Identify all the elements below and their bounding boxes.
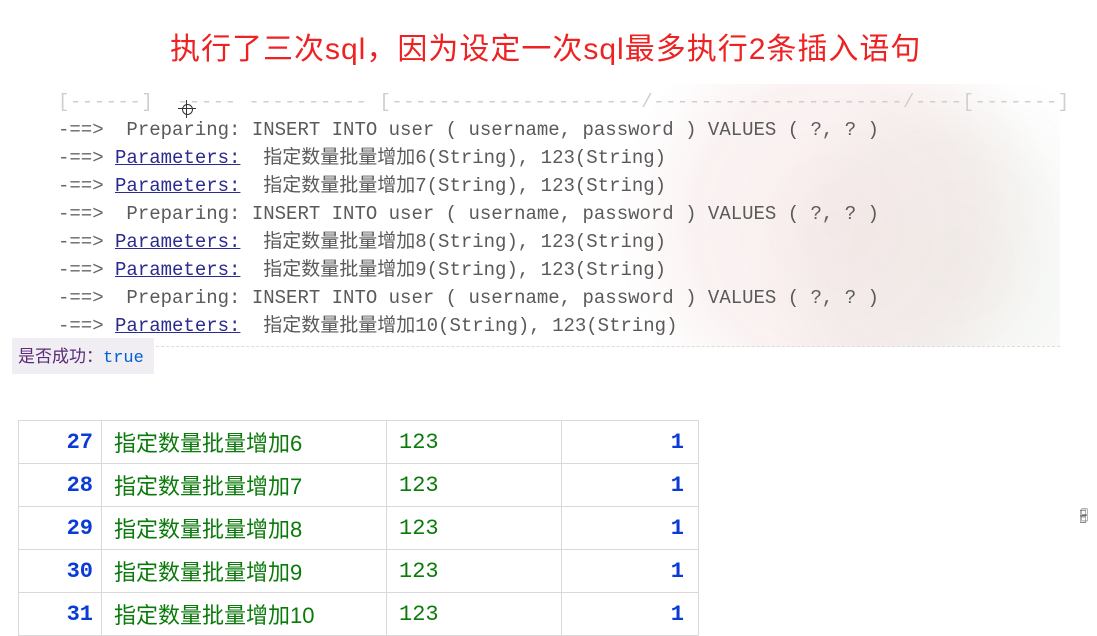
cell-username: 指定数量批量增加8 [102,507,387,550]
log-line-parameters: -==> Parameters: 指定数量批量增加7(String), 123(… [58,172,1058,200]
cell-flag: 1 [562,464,699,507]
cell-id: 29 [19,507,102,550]
cell-password: 123 [387,550,562,593]
side-marker-icon: ⧉⧉ [1077,508,1091,521]
parameters-link[interactable]: Parameters: [115,175,240,197]
table-row: 30指定数量批量增加91231 [19,550,699,593]
cell-flag: 1 [562,593,699,636]
log-preparing-text: Preparing: INSERT INTO user ( username, … [115,203,879,225]
log-parameters-text: 指定数量批量增加7(String), 123(String) [240,175,666,197]
result-table: 27指定数量批量增加6123128指定数量批量增加7123129指定数量批量增加… [18,420,699,636]
cell-username: 指定数量批量增加6 [102,421,387,464]
log-parameters-text: 指定数量批量增加9(String), 123(String) [240,259,666,281]
log-arrow-icon: -==> [58,119,115,141]
log-preparing-text: Preparing: INSERT INTO user ( username, … [115,119,879,141]
cell-password: 123 [387,507,562,550]
annotation-title: 执行了三次sql，因为设定一次sql最多执行2条插入语句 [170,24,921,68]
cell-flag: 1 [562,421,699,464]
log-arrow-icon: -==> [58,315,115,337]
sql-log-block: [------] ----- ---------- [-------------… [56,84,1060,347]
log-preparing-text: Preparing: INSERT INTO user ( username, … [115,287,879,309]
log-line-parameters: -==> Parameters: 指定数量批量增加8(String), 123(… [58,228,1058,256]
log-arrow-icon: -==> [58,231,115,253]
success-label: 是否成功： [18,349,103,368]
parameters-link[interactable]: Parameters: [115,259,240,281]
cell-flag: 1 [562,507,699,550]
cell-username: 指定数量批量增加10 [102,593,387,636]
success-value: true [103,349,144,368]
cell-id: 28 [19,464,102,507]
log-arrow-icon: -==> [58,287,115,309]
table-row: 29指定数量批量增加81231 [19,507,699,550]
cell-username: 指定数量批量增加9 [102,550,387,593]
cell-username: 指定数量批量增加7 [102,464,387,507]
cell-id: 27 [19,421,102,464]
cell-id: 30 [19,550,102,593]
log-arrow-icon: -==> [58,147,115,169]
table-row: 27指定数量批量增加61231 [19,421,699,464]
log-arrow-icon: -==> [58,175,115,197]
log-line-parameters: -==> Parameters: 指定数量批量增加10(String), 123… [58,312,1058,340]
parameters-link[interactable]: Parameters: [115,315,240,337]
success-status: 是否成功：true [12,338,154,374]
log-line-preparing: -==> Preparing: INSERT INTO user ( usern… [58,200,1058,228]
parameters-link[interactable]: Parameters: [115,147,240,169]
cell-password: 123 [387,464,562,507]
table-row: 28指定数量批量增加71231 [19,464,699,507]
log-line-preparing: -==> Preparing: INSERT INTO user ( usern… [58,284,1058,312]
table-row: 31指定数量批量增加101231 [19,593,699,636]
log-parameters-text: 指定数量批量增加10(String), 123(String) [240,315,677,337]
log-line-parameters: -==> Parameters: 指定数量批量增加9(String), 123(… [58,256,1058,284]
cell-flag: 1 [562,550,699,593]
log-line-preparing: -==> Preparing: INSERT INTO user ( usern… [58,116,1058,144]
cell-password: 123 [387,593,562,636]
log-arrow-icon: -==> [58,259,115,281]
log-line-parameters: -==> Parameters: 指定数量批量增加6(String), 123(… [58,144,1058,172]
log-parameters-text: 指定数量批量增加8(String), 123(String) [240,231,666,253]
cell-password: 123 [387,421,562,464]
parameters-link[interactable]: Parameters: [115,231,240,253]
log-parameters-text: 指定数量批量增加6(String), 123(String) [240,147,666,169]
cell-id: 31 [19,593,102,636]
log-line-truncated: [------] ----- ---------- [-------------… [58,88,1058,116]
log-arrow-icon: -==> [58,203,115,225]
